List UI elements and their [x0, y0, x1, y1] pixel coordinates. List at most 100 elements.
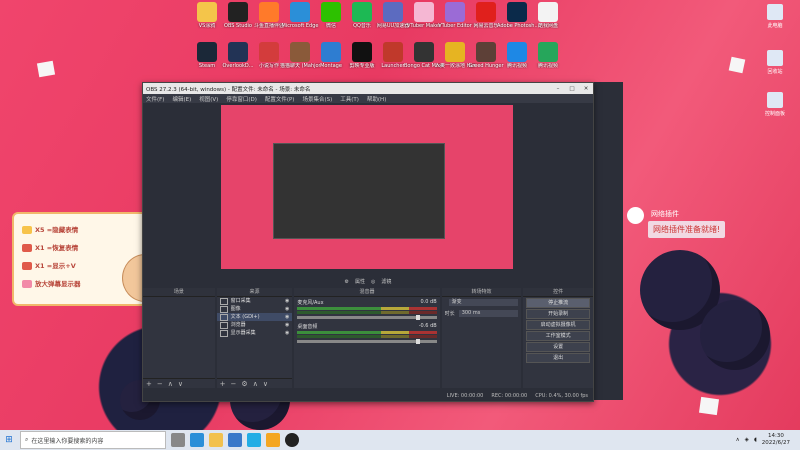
file-explorer-icon[interactable]	[209, 433, 223, 447]
remove-icon[interactable]: −	[157, 380, 163, 388]
live-timer: LIVE: 00:00:00	[446, 393, 484, 399]
volume-icon[interactable]: ◖	[754, 437, 757, 443]
menu-tools[interactable]: 工具(T)	[340, 95, 359, 103]
desktop-icon-this-pc[interactable]: 此电脑	[758, 4, 792, 29]
menu-file[interactable]: 文件(F)	[146, 95, 164, 103]
filters-icon[interactable]: ◎	[371, 279, 375, 285]
store-icon[interactable]	[228, 433, 242, 447]
app-icon	[507, 42, 527, 62]
app-icon	[414, 42, 434, 62]
preview-canvas[interactable]	[221, 105, 513, 269]
studio-mode-button[interactable]: 工作室模式	[526, 331, 590, 341]
add-icon[interactable]: +	[146, 380, 152, 388]
gear-icon[interactable]: ⚙	[241, 380, 247, 388]
app-icon	[290, 2, 310, 22]
source-item[interactable]: 文本 (GDI+) ◉	[216, 313, 293, 321]
app-icon	[259, 2, 279, 22]
add-icon[interactable]: +	[220, 380, 226, 388]
task-view-icon[interactable]	[171, 433, 185, 447]
start-recording-button[interactable]: 开始录制	[526, 309, 590, 319]
source-item[interactable]: 图像 ◉	[217, 305, 293, 313]
computer-icon	[767, 4, 783, 20]
menu-edit[interactable]: 编辑(E)	[172, 95, 191, 103]
window-capture-icon	[219, 297, 228, 305]
nested-preview	[273, 143, 445, 239]
app-icon	[383, 42, 403, 62]
app-icon	[445, 42, 465, 62]
up-icon[interactable]: ∧	[253, 380, 258, 388]
source-item[interactable]: 窗口采集 ◉	[217, 297, 293, 305]
volume-slider[interactable]	[297, 315, 437, 320]
mixer-dock: 混音器 麦克风/Aux 0.0 dB 桌面音频 -0.6 dB	[294, 288, 440, 388]
plugin-avatar	[627, 207, 644, 224]
menu-docks[interactable]: 停靠窗口(D)	[226, 95, 257, 103]
app-icon	[352, 2, 372, 22]
plugin-name: 网络插件	[651, 210, 679, 218]
down-icon[interactable]: ∨	[178, 380, 183, 388]
eye-icon[interactable]: ◉	[285, 297, 289, 305]
bilibili-icon[interactable]	[247, 433, 261, 447]
menu-profile[interactable]: 配置文件(P)	[265, 95, 295, 103]
transition-select[interactable]: 渐变	[442, 297, 522, 308]
status-bar: LIVE: 00:00:00 REC: 00:00:00 CPU: 0.4%, …	[143, 391, 593, 401]
volume-meter	[297, 307, 437, 310]
taskbar: ⊞ ⌕ 在这里输入你要搜索的内容 ∧ ◈ ◖ 14:30 2022/6/27	[0, 430, 800, 450]
app-icon	[197, 2, 217, 22]
transitions-dock: 转场特效 渐变 时长 300 ms	[441, 288, 522, 388]
up-icon[interactable]: ∧	[168, 380, 173, 388]
properties-button[interactable]: 属性	[355, 278, 365, 285]
network-icon[interactable]: ◈	[745, 437, 749, 443]
system-tray: ∧ ◈ ◖ 14:30 2022/6/27	[736, 433, 800, 447]
eye-icon[interactable]: ◉	[285, 321, 289, 329]
stop-streaming-button[interactable]: 停止推流	[526, 298, 590, 308]
settings-button[interactable]: 设置	[526, 342, 590, 352]
exit-button[interactable]: 退出	[526, 353, 590, 363]
eye-icon[interactable]: ◉	[285, 305, 289, 313]
menu-view[interactable]: 视图(V)	[199, 95, 218, 103]
app-icon	[259, 42, 279, 62]
taskbar-search[interactable]: ⌕ 在这里输入你要搜索的内容	[20, 431, 166, 449]
desktop-icon-recycle[interactable]: 回收站	[758, 50, 792, 75]
gear-icon[interactable]: ⚙	[345, 279, 349, 285]
remove-icon[interactable]: −	[231, 380, 237, 388]
clock[interactable]: 14:30 2022/6/27	[762, 433, 790, 447]
filters-button[interactable]: 滤镜	[381, 278, 391, 285]
control-panel-icon	[767, 92, 783, 108]
close-button[interactable]: ✕	[579, 86, 593, 92]
source-item[interactable]: 浏览器 ◉	[217, 321, 293, 329]
sources-header: 来源	[216, 288, 293, 297]
desktop-icon[interactable]: 腾讯视频	[528, 42, 568, 69]
desktop-icon-control-panel[interactable]: 控制面板	[758, 92, 792, 117]
image-icon	[219, 305, 228, 313]
desktop-icon[interactable]: 酷我网盘	[528, 2, 568, 29]
scenes-footer: + − ∧ ∨	[143, 378, 215, 388]
sources-footer: + − ⚙ ∧ ∨	[216, 378, 293, 388]
obs-window: OBS 27.2.3 (64-bit, windows) - 配置文件: 未命名…	[142, 82, 594, 402]
mixer-header: 混音器	[294, 288, 440, 297]
windows-start-icon[interactable]: ⊞	[0, 435, 18, 445]
maximize-button[interactable]: □	[565, 86, 579, 92]
edge-icon[interactable]	[190, 433, 204, 447]
dock-area: 场景 + − ∧ ∨ 来源 窗口采集 ◉ 图像 ◉ 文本 (GDI+) ◉ 浏览器 ◉ 显示器…	[143, 288, 593, 388]
obs-titlebar[interactable]: OBS 27.2.3 (64-bit, windows) - 配置文件: 未命名…	[143, 83, 593, 94]
down-icon[interactable]: ∨	[263, 380, 268, 388]
duration-input[interactable]: 300 ms	[458, 310, 519, 317]
obs-taskbar-icon[interactable]	[285, 433, 299, 447]
app-icon[interactable]	[266, 433, 280, 447]
browser-icon	[219, 321, 228, 329]
sources-dock: 来源 窗口采集 ◉ 图像 ◉ 文本 (GDI+) ◉ 浏览器 ◉ 显示器采集 ◉ + − ⚙ ∧…	[216, 288, 293, 388]
eye-icon[interactable]: ◉	[285, 313, 289, 321]
chevron-up-icon[interactable]: ∧	[736, 437, 740, 443]
virtual-camera-button[interactable]: 启动虚拟摄像机	[526, 320, 590, 330]
source-item[interactable]: 显示器采集 ◉	[217, 329, 293, 337]
app-icon	[538, 2, 558, 22]
menu-help[interactable]: 帮助(H)	[367, 95, 386, 103]
controls-header: 控件	[523, 288, 593, 297]
minimize-button[interactable]: –	[551, 86, 565, 92]
desktop-icon-label: 酷我网盘	[537, 23, 558, 29]
menu-scene-collection[interactable]: 场景集合(S)	[302, 95, 332, 103]
search-icon: ⌕	[25, 436, 29, 443]
source-toolbar: ⚙ 属性 ◎ 滤镜	[143, 277, 593, 286]
volume-slider[interactable]	[297, 339, 437, 344]
eye-icon[interactable]: ◉	[285, 329, 289, 337]
